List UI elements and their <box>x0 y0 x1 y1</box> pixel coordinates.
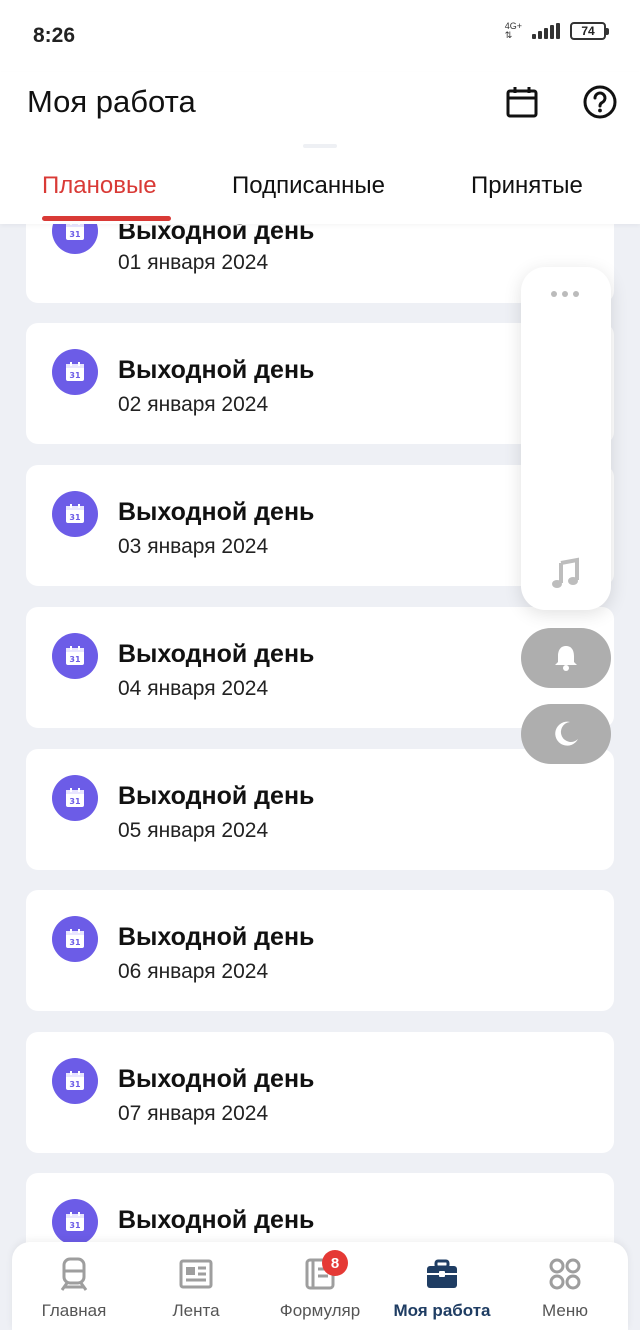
nav-label: Моя работа <box>393 1301 491 1320</box>
moon-icon <box>555 721 578 746</box>
tab-bar: Плановые Подписанные Принятые <box>0 168 640 224</box>
svg-text:31: 31 <box>69 513 81 522</box>
floating-side-panel[interactable] <box>521 267 611 610</box>
item-date: 01 января 2024 <box>118 251 269 274</box>
battery-icon: 74 <box>570 22 609 40</box>
nav-formular[interactable]: 8 Формуляр <box>260 1242 380 1330</box>
item-title: Выходной день <box>118 356 315 384</box>
bell-toggle[interactable] <box>521 628 611 688</box>
item-title: Выходной день <box>118 640 315 668</box>
nav-label: Меню <box>542 1301 588 1320</box>
calendar-31-icon: 31 <box>52 916 98 962</box>
help-circle-icon <box>583 85 617 119</box>
item-date: 03 января 2024 <box>118 535 269 558</box>
network-indicator: 4G+ ⇅ <box>504 21 522 40</box>
bottom-navigation: Главная Лента 8 Формуляр Моя работа Меню <box>12 1242 628 1330</box>
calendar-button[interactable] <box>502 82 542 122</box>
list-item[interactable]: 31 Выходной день 06 января 2024 <box>26 890 614 1011</box>
svg-text:31: 31 <box>69 1221 81 1230</box>
item-date: 02 января 2024 <box>118 393 269 416</box>
item-title: Выходной день <box>118 782 315 810</box>
nav-menu[interactable]: Меню <box>505 1242 625 1330</box>
battery-level: 74 <box>581 24 595 38</box>
nav-label: Лента <box>172 1301 220 1320</box>
calendar-31-icon: 31 <box>52 1199 98 1245</box>
more-dots-icon[interactable] <box>551 291 579 297</box>
list-item[interactable]: 31 Выходной день 05 января 2024 <box>26 749 614 870</box>
item-title: Выходной день <box>118 1065 315 1093</box>
item-title: Выходной день <box>118 1206 315 1234</box>
svg-text:31: 31 <box>69 797 81 806</box>
status-time: 8:26 <box>33 24 76 47</box>
svg-text:31: 31 <box>69 655 81 664</box>
calendar-31-icon: 31 <box>52 775 98 821</box>
moon-toggle[interactable] <box>521 704 611 764</box>
item-date: 07 января 2024 <box>118 1102 269 1125</box>
notification-badge: 8 <box>322 1250 348 1276</box>
svg-text:31: 31 <box>69 938 81 947</box>
briefcase-icon <box>427 1259 457 1288</box>
newspaper-icon <box>179 1259 213 1289</box>
app-header: Моя работа Плановые Подписанные Принятые <box>0 72 640 224</box>
list-item[interactable]: 31 Выходной день 07 января 2024 <box>26 1032 614 1153</box>
calendar-31-icon: 31 <box>52 633 98 679</box>
svg-text:31: 31 <box>69 230 81 239</box>
calendar-icon <box>506 87 538 118</box>
page-title: Моя работа <box>27 84 196 119</box>
signal-icon <box>532 23 560 39</box>
tab-signed[interactable]: Подписанные <box>232 172 385 200</box>
calendar-31-icon: 31 <box>52 1058 98 1104</box>
svg-text:31: 31 <box>69 371 81 380</box>
item-date: 05 января 2024 <box>118 819 269 842</box>
item-date: 06 января 2024 <box>118 960 269 983</box>
tab-planned[interactable]: Плановые <box>42 172 157 200</box>
drag-handle <box>303 144 337 148</box>
tab-indicator <box>42 216 171 221</box>
train-icon <box>60 1257 88 1291</box>
bell-icon <box>555 646 577 671</box>
calendar-31-icon: 31 <box>52 349 98 395</box>
status-bar: 8:26 4G+ ⇅ 74 <box>0 0 640 72</box>
nav-feed[interactable]: Лента <box>136 1242 256 1330</box>
status-indicators: 4G+ ⇅ 74 <box>504 21 609 40</box>
nav-label: Главная <box>41 1301 107 1320</box>
music-note-icon[interactable] <box>549 557 583 591</box>
calendar-31-icon: 31 <box>52 491 98 537</box>
nav-my-work[interactable]: Моя работа <box>382 1242 502 1330</box>
help-button[interactable] <box>580 82 620 122</box>
item-date: 04 января 2024 <box>118 677 269 700</box>
grid-circles-icon <box>549 1258 581 1290</box>
tab-accepted[interactable]: Принятые <box>471 172 583 200</box>
svg-text:31: 31 <box>69 1080 81 1089</box>
item-title: Выходной день <box>118 923 315 951</box>
nav-label: Формуляр <box>279 1301 361 1320</box>
nav-home[interactable]: Главная <box>14 1242 134 1330</box>
item-title: Выходной день <box>118 498 315 526</box>
